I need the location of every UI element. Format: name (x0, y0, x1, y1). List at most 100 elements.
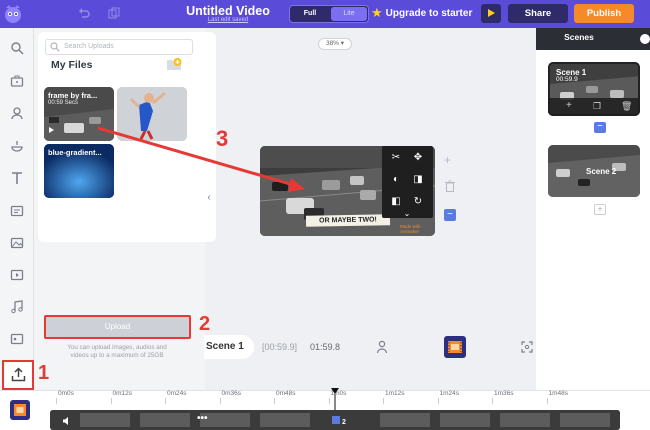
mode-toggle[interactable]: Full Lite (289, 5, 369, 23)
search-icon[interactable] (10, 41, 24, 55)
character-icon[interactable] (10, 106, 24, 120)
film-icon (448, 341, 462, 353)
search-input[interactable]: Search Uploads (45, 39, 193, 55)
upload-thumbnail[interactable]: blue-gradient... (44, 144, 114, 198)
video-icon[interactable] (10, 268, 24, 282)
zoom-level: 38% (325, 40, 339, 47)
upload-rail-button[interactable] (2, 360, 34, 390)
trash-icon[interactable]: 🗑 (621, 101, 632, 112)
timeline-frames (50, 410, 620, 430)
watermark: Made with Animaker (400, 224, 421, 234)
search-icon (50, 42, 60, 52)
mode-lite-option[interactable]: Lite (331, 7, 367, 21)
duplicate-icon[interactable] (108, 7, 120, 19)
timeline-tick-mark (492, 398, 493, 404)
contrast-icon[interactable]: ◐ (389, 174, 403, 186)
total-duration: 01:59.8 (310, 342, 341, 352)
upload-thumbnail[interactable] (117, 87, 187, 141)
character-icon[interactable] (376, 340, 388, 354)
collapse-scene-button[interactable]: − (594, 122, 606, 133)
timeline-tick-mark (546, 398, 548, 404)
timeline-tick-label: 0m24s (167, 390, 187, 397)
more-options-icon[interactable]: ••• (197, 414, 208, 424)
timeline-tick-mark (219, 398, 221, 404)
trash-icon[interactable] (445, 180, 455, 192)
fit-screen-icon[interactable] (521, 341, 533, 353)
film-icon (14, 404, 26, 416)
mode-full-option[interactable]: Full (291, 7, 329, 21)
share-button[interactable]: Share (508, 4, 568, 23)
scenes-title: Scenes (564, 32, 594, 42)
timeline-tick-mark (328, 398, 330, 404)
music-icon[interactable] (10, 300, 24, 314)
layers-icon[interactable]: ◨ (411, 174, 425, 186)
play-icon (488, 9, 495, 17)
remove-item-button[interactable]: − (444, 209, 456, 221)
step-1-label: 1 (38, 362, 50, 384)
duplicate-scene-icon[interactable]: ❐ (593, 101, 601, 112)
chevron-down-icon[interactable]: ⌄ (400, 208, 414, 220)
scene-count-badge: 2 (342, 419, 346, 426)
timeline-tick-label: 1m36s (494, 390, 514, 397)
upload-button[interactable]: Upload (44, 315, 191, 339)
scene-thumbnail-2[interactable]: Scene 2 (548, 145, 640, 197)
step-3-label: 3 (216, 126, 229, 151)
scene-name: Scene 2 (586, 167, 617, 176)
file-name: blue-gradient... (48, 148, 102, 157)
preview-play-button[interactable] (481, 4, 501, 23)
timeline-film-button[interactable] (10, 400, 30, 420)
item-toolbox: ✂ ✥ ◐ ◨ ◧ ↻ ⌄ (382, 146, 433, 218)
upload-limit-note: You can upload images, audios and videos… (67, 344, 167, 360)
timeline-tick-label: 1m12s (385, 390, 405, 397)
scene-tools: + ❐ 🗑 (548, 98, 640, 116)
upload-thumbnail[interactable]: frame by fra... 00:59 Secs (44, 87, 114, 141)
add-folder-icon[interactable] (166, 57, 182, 71)
file-duration: 00:59 Secs (48, 100, 79, 106)
templates-icon[interactable] (10, 204, 24, 218)
film-strip-button[interactable] (444, 336, 466, 358)
play-icon (49, 127, 54, 133)
text-icon[interactable] (10, 171, 24, 185)
timeline-tick-label: 0m36s (221, 390, 242, 397)
scene-duration: [00:59.9] (262, 342, 298, 352)
timeline-tick-label: 1m48s (548, 390, 569, 397)
collapse-panel-icon[interactable]: ‹ (203, 190, 215, 206)
caption-text[interactable]: OR MAYBE TWO! (305, 214, 391, 227)
timeline-tick-mark (165, 398, 166, 404)
app-logo-icon[interactable] (3, 4, 23, 24)
timeline-tick-label: 0m48s (276, 390, 296, 397)
file-name: frame by fra... (48, 91, 98, 100)
rotate-icon[interactable]: ↻ (411, 196, 425, 208)
color-icon[interactable] (10, 332, 24, 346)
timeline-tick-mark (56, 398, 57, 404)
upload-icon (11, 367, 26, 382)
undo-icon[interactable] (78, 7, 90, 19)
add-scene-button[interactable]: + (594, 204, 606, 215)
star-icon: ★ (371, 5, 383, 20)
timeline-tick-mark (383, 398, 384, 404)
volume-icon[interactable] (62, 416, 72, 426)
timeline-tick-label: 0m12s (112, 390, 133, 397)
briefcase-icon[interactable] (10, 74, 24, 88)
timeline-tick-mark (437, 398, 439, 404)
step-2-label: 2 (199, 313, 211, 335)
upgrade-button[interactable]: Upgrade to starter (385, 5, 473, 23)
timeline-strip[interactable] (50, 410, 620, 430)
flip-icon[interactable]: ◧ (389, 196, 403, 208)
scenes-toggle[interactable] (640, 34, 650, 44)
timeline-tick-label: 0m0s (58, 390, 74, 397)
timeline-tick-mark (274, 398, 275, 404)
add-item-icon[interactable]: + (444, 153, 451, 167)
save-status[interactable]: Last edit saved (168, 17, 288, 23)
props-icon[interactable] (10, 139, 24, 153)
zoom-selector[interactable]: 38% ▾ (318, 38, 352, 50)
image-icon[interactable] (10, 236, 24, 250)
publish-button[interactable]: Publish (574, 4, 634, 23)
scissors-icon[interactable]: ✂ (389, 152, 403, 164)
timeline-tick-mark (110, 398, 112, 404)
add-scene-icon[interactable]: + (566, 100, 572, 111)
section-title: My Files (51, 59, 93, 71)
current-scene-label[interactable]: Scene 1 (204, 335, 254, 359)
project-title[interactable]: Untitled Video (168, 4, 288, 18)
move-icon[interactable]: ✥ (411, 152, 425, 164)
